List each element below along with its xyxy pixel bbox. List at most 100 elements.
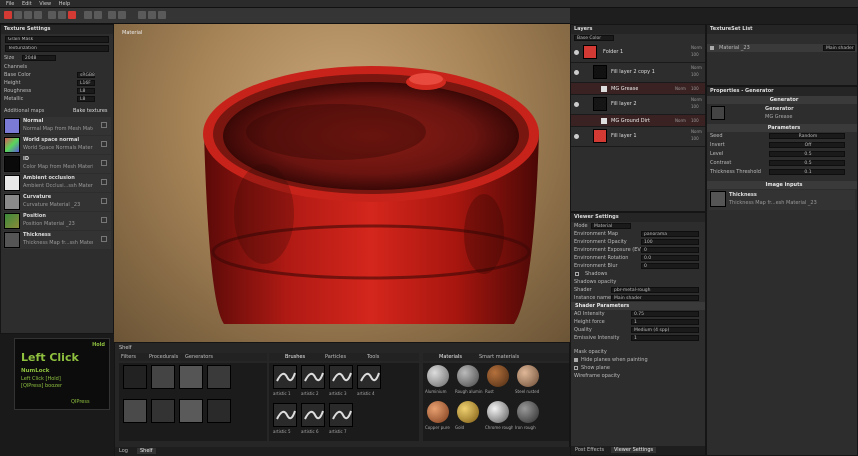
layer-row[interactable]: Fill layer 2 copy 1 Norm 100 xyxy=(571,63,705,83)
map-item[interactable]: World space normal World Space Normals M… xyxy=(3,136,111,154)
eye-icon[interactable] xyxy=(574,102,579,107)
grain-mask-field[interactable]: Grain Mask xyxy=(5,36,109,43)
remove-icon[interactable] xyxy=(101,217,107,223)
material-picker-icon[interactable] xyxy=(68,11,76,19)
tab-particles[interactable]: Particles xyxy=(325,354,346,360)
shader-params-section[interactable]: Shader Parameters xyxy=(571,302,705,310)
param-value[interactable]: 0.1 xyxy=(769,169,845,175)
map-item[interactable]: Thickness Thickness Map fr...ssh Materia… xyxy=(3,231,111,249)
texturization-field[interactable]: Texturization xyxy=(5,45,109,52)
procedural-thumb[interactable] xyxy=(151,365,175,389)
screenshot-icon[interactable] xyxy=(158,11,166,19)
3d-viewport[interactable]: Material xyxy=(114,24,570,342)
tab-post-effects[interactable]: Post Effects xyxy=(575,447,604,453)
layer-row[interactable]: Fill layer 2 Norm 100 xyxy=(571,95,705,115)
layer-row[interactable]: MG Ground Dirt Norm 100 xyxy=(571,115,705,127)
menu-file[interactable]: File xyxy=(6,0,14,8)
symmetry-icon[interactable] xyxy=(84,11,92,19)
camera-icon[interactable] xyxy=(94,11,102,19)
layer-opacity[interactable]: 100 xyxy=(691,118,699,123)
param-value[interactable]: Off xyxy=(769,142,845,148)
layer-opacity[interactable]: 100 xyxy=(691,104,699,109)
procedural-thumb[interactable] xyxy=(207,365,231,389)
remove-icon[interactable] xyxy=(101,160,107,166)
image-inputs-section[interactable]: Image inputs xyxy=(707,181,857,189)
tab-viewer-settings[interactable]: Viewer Settings xyxy=(611,447,657,453)
layer-row[interactable]: Folder 1 Norm 100 xyxy=(571,43,705,63)
layer-blend[interactable]: Norm xyxy=(675,86,686,91)
layer-opacity[interactable]: 100 xyxy=(691,86,699,91)
view-mode-icon[interactable] xyxy=(138,11,146,19)
remove-icon[interactable] xyxy=(101,198,107,204)
layer-opacity[interactable]: 100 xyxy=(691,52,699,57)
param-value[interactable]: 0.5 xyxy=(769,151,845,157)
tab-generators[interactable]: Generators xyxy=(185,354,213,360)
setting-value[interactable]: panorama xyxy=(641,231,699,237)
size-field[interactable]: 2048 xyxy=(21,55,56,61)
channel-select[interactable]: Base Color xyxy=(574,35,614,41)
procedural-thumb[interactable] xyxy=(179,399,203,423)
remove-icon[interactable] xyxy=(101,236,107,242)
tab-materials[interactable]: Materials xyxy=(439,354,462,360)
bake-textures-button[interactable]: Bake textures xyxy=(73,107,108,115)
procedural-thumb[interactable] xyxy=(151,399,175,423)
eye-icon[interactable] xyxy=(574,50,579,55)
eraser-icon[interactable] xyxy=(14,11,22,19)
textureset-shader[interactable]: Main shader xyxy=(823,45,855,51)
layer-blend[interactable]: Norm xyxy=(691,97,702,102)
setting-value[interactable]: 0.0 xyxy=(641,255,699,261)
remove-icon[interactable] xyxy=(101,141,107,147)
map-item[interactable]: Position Position Material _23 xyxy=(3,212,111,230)
geometry-icon[interactable] xyxy=(34,11,42,19)
param-value[interactable]: 0.5 xyxy=(769,160,845,166)
tab-procedurals[interactable]: Procedurals xyxy=(149,354,178,360)
layout-icon[interactable] xyxy=(118,11,126,19)
mode-select[interactable]: Material xyxy=(591,223,631,229)
generator-thumbnail[interactable] xyxy=(711,106,725,120)
procedural-thumb[interactable] xyxy=(123,399,147,423)
tab-smart-materials[interactable]: Smart materials xyxy=(479,354,519,360)
tab-log[interactable]: Log xyxy=(119,448,128,454)
eye-icon[interactable] xyxy=(574,134,579,139)
material-sphere[interactable] xyxy=(517,365,539,387)
eye-icon[interactable] xyxy=(574,70,579,75)
textureset-row[interactable]: Material _23 Main shader xyxy=(707,44,857,52)
map-item[interactable]: Ambient occlusion Ambient Occlusi...ssh … xyxy=(3,174,111,192)
map-item[interactable]: ID Color Map from Mesh Material _23 xyxy=(3,155,111,173)
layer-blend[interactable]: Norm xyxy=(691,45,702,50)
menu-view[interactable]: View xyxy=(39,0,51,8)
material-sphere[interactable] xyxy=(457,365,479,387)
material-sphere[interactable] xyxy=(427,401,449,423)
param-value[interactable]: 0.75 xyxy=(631,311,699,317)
material-sphere[interactable] xyxy=(427,365,449,387)
param-value[interactable]: 1 xyxy=(631,319,699,325)
layer-blend[interactable]: Norm xyxy=(691,129,702,134)
instance-field[interactable]: Main shader xyxy=(611,295,699,301)
material-sphere[interactable] xyxy=(517,401,539,423)
smudge-icon[interactable] xyxy=(48,11,56,19)
material-sphere[interactable] xyxy=(457,401,479,423)
material-sphere[interactable] xyxy=(487,365,509,387)
remove-icon[interactable] xyxy=(101,122,107,128)
tab-brushes[interactable]: Brushes xyxy=(285,354,305,360)
param-value[interactable]: 1 xyxy=(631,335,699,341)
paint-brush-icon[interactable] xyxy=(4,11,12,19)
procedural-thumb[interactable] xyxy=(123,365,147,389)
map-item[interactable]: Normal Normal Map from Mesh Material _23 xyxy=(3,117,111,135)
layer-blend[interactable]: Norm xyxy=(691,65,702,70)
image-input-row[interactable]: Thickness Thickness Map fr...esh Materia… xyxy=(709,190,855,210)
render-icon[interactable] xyxy=(108,11,116,19)
channel-row[interactable]: Roughness L8 xyxy=(1,87,113,95)
hide-planes-checkbox[interactable] xyxy=(574,358,578,362)
projection-icon[interactable] xyxy=(24,11,32,19)
map-item[interactable]: Curvature Curvature Material _23 xyxy=(3,193,111,211)
layer-opacity[interactable]: 100 xyxy=(691,136,699,141)
channel-format[interactable]: sRGB8 xyxy=(77,72,95,78)
layer-opacity[interactable]: 100 xyxy=(691,72,699,77)
generator-header[interactable]: Generator xyxy=(707,96,857,104)
textureset-checkbox[interactable] xyxy=(710,46,714,50)
param-value[interactable]: Medium (4 spp) xyxy=(631,327,699,333)
menu-edit[interactable]: Edit xyxy=(22,0,32,8)
layer-blend[interactable]: Norm xyxy=(675,118,686,123)
param-value[interactable]: Random xyxy=(769,133,845,139)
